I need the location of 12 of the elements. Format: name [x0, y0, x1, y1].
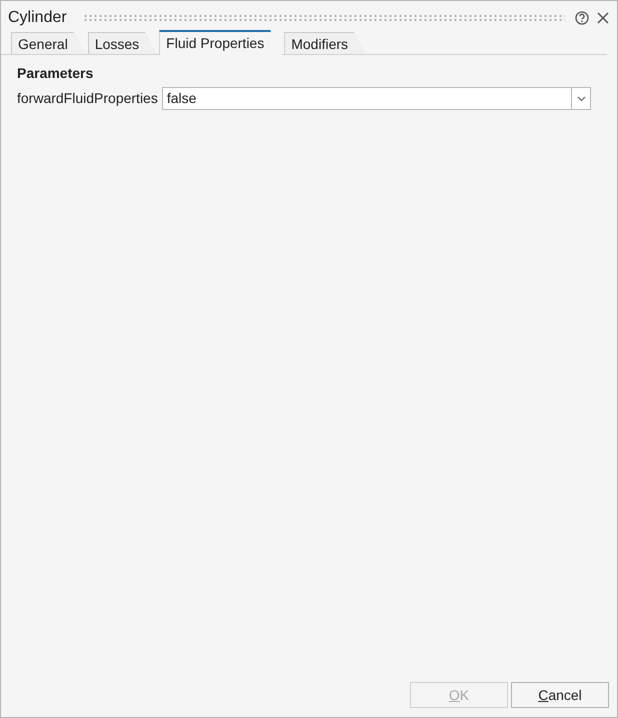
section-heading: Parameters — [17, 64, 94, 83]
dialog-button[interactable]: Cancel — [511, 682, 609, 708]
chevron-down-icon — [576, 96, 586, 102]
tab[interactable]: Modifiers — [284, 32, 366, 54]
window-title: Cylinder — [8, 10, 67, 26]
parameter-label: forwardFluidProperties — [17, 89, 158, 108]
dropdown-field[interactable]: false — [162, 87, 591, 110]
tab[interactable]: General — [11, 32, 86, 54]
tab[interactable]: Fluid Properties — [159, 30, 282, 55]
help-icon[interactable] — [575, 11, 589, 25]
close-icon[interactable] — [597, 12, 609, 24]
tab[interactable]: Losses — [88, 32, 158, 54]
